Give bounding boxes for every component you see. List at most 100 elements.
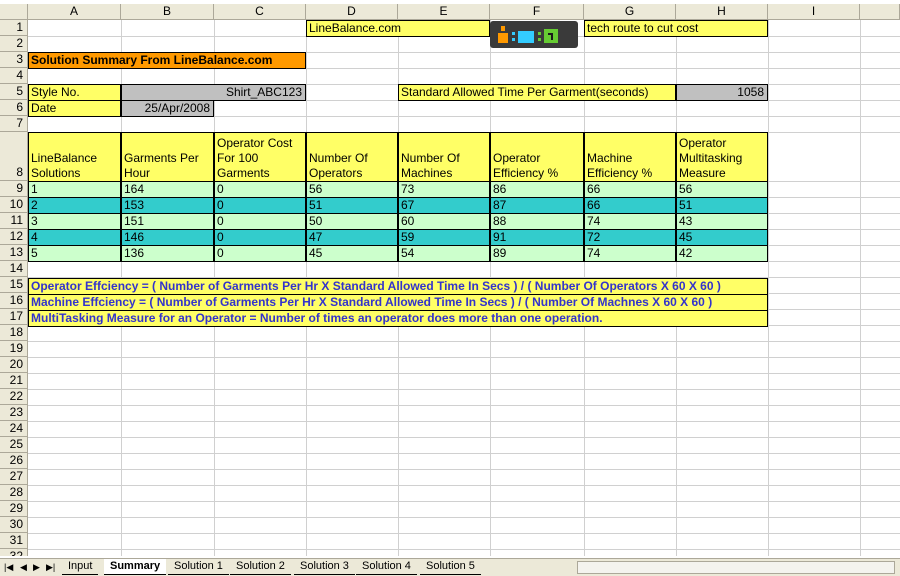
next-sheet-icon[interactable]: ▶ bbox=[33, 562, 40, 573]
table-cell[interactable]: 45 bbox=[676, 229, 768, 246]
table-header-cell[interactable]: Number Of Machines bbox=[398, 132, 490, 182]
table-cell[interactable]: 151 bbox=[121, 213, 214, 230]
row-header-13[interactable]: 13 bbox=[0, 245, 28, 261]
table-cell[interactable]: 3 bbox=[28, 213, 121, 230]
row-header-30[interactable]: 30 bbox=[0, 517, 28, 533]
table-header-cell[interactable]: Machine Efficiency % bbox=[584, 132, 676, 182]
table-cell[interactable]: 136 bbox=[121, 245, 214, 262]
table-cell[interactable]: 88 bbox=[490, 213, 584, 230]
sheet-tab-summary[interactable]: Summary bbox=[104, 559, 167, 575]
row-header-18[interactable]: 18 bbox=[0, 325, 28, 341]
note-machine-efficiency[interactable]: Machine Effciency = ( Number of Garments… bbox=[28, 294, 768, 311]
table-cell[interactable]: 74 bbox=[584, 245, 676, 262]
date-value-cell[interactable]: 25/Apr/2008 bbox=[121, 100, 214, 117]
table-header-cell[interactable]: Operator Cost For 100 Garments bbox=[214, 132, 306, 182]
column-header-f[interactable]: F bbox=[490, 4, 584, 20]
row-header-1[interactable]: 1 bbox=[0, 20, 28, 36]
row-header-19[interactable]: 19 bbox=[0, 341, 28, 357]
table-cell[interactable]: 5 bbox=[28, 245, 121, 262]
row-header-32[interactable]: 32 bbox=[0, 549, 28, 556]
tech-route-cell[interactable]: tech route to cut cost bbox=[584, 20, 768, 37]
row-header-9[interactable]: 9 bbox=[0, 181, 28, 197]
column-header-e[interactable]: E bbox=[398, 4, 490, 20]
style-label-cell[interactable]: Style No. bbox=[28, 84, 121, 101]
linebalance-cell[interactable]: LineBalance.com bbox=[306, 20, 490, 37]
table-cell[interactable]: 56 bbox=[676, 181, 768, 198]
table-cell[interactable]: 47 bbox=[306, 229, 398, 246]
table-cell[interactable]: 0 bbox=[214, 213, 306, 230]
table-cell[interactable]: 146 bbox=[121, 229, 214, 246]
table-header-cell[interactable]: Operator Efficiency % bbox=[490, 132, 584, 182]
row-header-3[interactable]: 3 bbox=[0, 52, 28, 68]
row-header-17[interactable]: 17 bbox=[0, 309, 28, 325]
row-header-12[interactable]: 12 bbox=[0, 229, 28, 245]
row-header-4[interactable]: 4 bbox=[0, 68, 28, 84]
first-sheet-icon[interactable]: |◀ bbox=[4, 562, 13, 573]
table-cell[interactable]: 89 bbox=[490, 245, 584, 262]
sheet-tab-solution-1[interactable]: Solution 1 bbox=[168, 559, 229, 575]
row-header-16[interactable]: 16 bbox=[0, 293, 28, 309]
sat-value-cell[interactable]: 1058 bbox=[676, 84, 768, 101]
table-cell[interactable]: 51 bbox=[676, 197, 768, 214]
table-header-cell[interactable]: Operator Multitasking Measure bbox=[676, 132, 768, 182]
table-cell[interactable]: 50 bbox=[306, 213, 398, 230]
table-cell[interactable]: 86 bbox=[490, 181, 584, 198]
table-cell[interactable]: 164 bbox=[121, 181, 214, 198]
sat-label-cell[interactable]: Standard Allowed Time Per Garment(second… bbox=[398, 84, 676, 101]
table-cell[interactable]: 43 bbox=[676, 213, 768, 230]
row-header-26[interactable]: 26 bbox=[0, 453, 28, 469]
table-cell[interactable]: 0 bbox=[214, 197, 306, 214]
row-header-2[interactable]: 2 bbox=[0, 36, 28, 52]
note-multitasking[interactable]: MultiTasking Measure for an Operator = N… bbox=[28, 310, 768, 327]
row-header-11[interactable]: 11 bbox=[0, 213, 28, 229]
row-header-23[interactable]: 23 bbox=[0, 405, 28, 421]
column-header-a[interactable]: A bbox=[28, 4, 121, 20]
table-cell[interactable]: 66 bbox=[584, 181, 676, 198]
row-header-15[interactable]: 15 bbox=[0, 277, 28, 293]
table-cell[interactable]: 0 bbox=[214, 229, 306, 246]
select-all-corner[interactable] bbox=[0, 4, 28, 20]
row-header-14[interactable]: 14 bbox=[0, 261, 28, 277]
table-cell[interactable]: 54 bbox=[398, 245, 490, 262]
table-cell[interactable]: 72 bbox=[584, 229, 676, 246]
summary-title-cell[interactable]: Solution Summary From LineBalance.com bbox=[28, 52, 306, 69]
table-header-cell[interactable]: Number Of Operators bbox=[306, 132, 398, 182]
row-header-27[interactable]: 27 bbox=[0, 469, 28, 485]
row-header-7[interactable]: 7 bbox=[0, 116, 28, 132]
horizontal-scrollbar[interactable] bbox=[577, 561, 895, 574]
column-header-i[interactable]: I bbox=[768, 4, 860, 20]
sheet-tab-solution-4[interactable]: Solution 4 bbox=[356, 559, 417, 575]
date-label-cell[interactable]: Date bbox=[28, 100, 121, 117]
table-cell[interactable]: 153 bbox=[121, 197, 214, 214]
row-header-31[interactable]: 31 bbox=[0, 533, 28, 549]
row-header-6[interactable]: 6 bbox=[0, 100, 28, 116]
table-cell[interactable]: 45 bbox=[306, 245, 398, 262]
table-cell[interactable]: 74 bbox=[584, 213, 676, 230]
sheet-tab-input[interactable]: Input bbox=[62, 559, 99, 575]
table-cell[interactable]: 0 bbox=[214, 245, 306, 262]
table-cell[interactable]: 66 bbox=[584, 197, 676, 214]
table-cell[interactable]: 91 bbox=[490, 229, 584, 246]
table-cell[interactable]: 42 bbox=[676, 245, 768, 262]
table-cell[interactable]: 73 bbox=[398, 181, 490, 198]
table-cell[interactable]: 2 bbox=[28, 197, 121, 214]
row-header-28[interactable]: 28 bbox=[0, 485, 28, 501]
column-header-c[interactable]: C bbox=[214, 4, 306, 20]
spreadsheet-grid[interactable]: ABCDEFGHI 1 2 3 4 5 6 7 8 9 10 11 12 13 14 15 16 17 18 19 2… bbox=[0, 0, 900, 556]
prev-sheet-icon[interactable]: ◀ bbox=[20, 562, 27, 573]
table-cell[interactable]: 87 bbox=[490, 197, 584, 214]
table-cell[interactable]: 1 bbox=[28, 181, 121, 198]
table-header-cell[interactable]: LineBalance Solutions bbox=[28, 132, 121, 182]
table-cell[interactable]: 60 bbox=[398, 213, 490, 230]
row-header-24[interactable]: 24 bbox=[0, 421, 28, 437]
row-header-8[interactable]: 8 bbox=[0, 132, 28, 181]
table-cell[interactable]: 0 bbox=[214, 181, 306, 198]
row-header-10[interactable]: 10 bbox=[0, 197, 28, 213]
column-header-g[interactable]: G bbox=[584, 4, 676, 20]
column-header-d[interactable]: D bbox=[306, 4, 398, 20]
table-cell[interactable]: 51 bbox=[306, 197, 398, 214]
sheet-tab-solution-5[interactable]: Solution 5 bbox=[420, 559, 481, 575]
table-cell[interactable]: 56 bbox=[306, 181, 398, 198]
row-header-21[interactable]: 21 bbox=[0, 373, 28, 389]
row-header-20[interactable]: 20 bbox=[0, 357, 28, 373]
